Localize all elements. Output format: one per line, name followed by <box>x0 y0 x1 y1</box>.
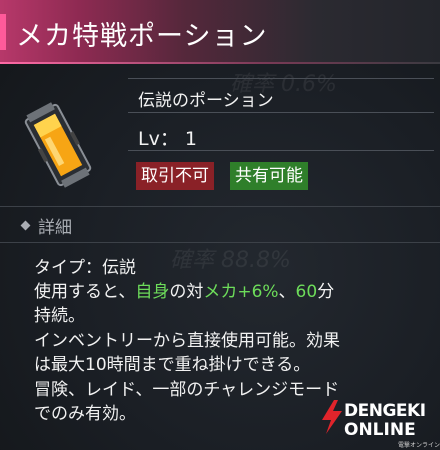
item-level: Lv： 1 <box>138 128 197 150</box>
watermark-line-1: DENGEKI <box>344 401 426 421</box>
item-title: メカ特戦ポーション <box>16 21 268 52</box>
level-label: Lv <box>138 128 160 150</box>
info-divider <box>128 78 434 79</box>
info-divider <box>128 112 434 113</box>
diamond-icon <box>20 220 31 231</box>
effect-target: 自身 <box>135 282 170 302</box>
watermark-line-2: ONLINE <box>344 420 416 440</box>
effect-type: メカ <box>203 282 238 302</box>
effect-prefix: 使用すると、 <box>34 282 136 302</box>
detail-type-line: タイプ：伝説 <box>34 258 136 278</box>
detail-line: は最大10時間まで重ね掛けできる。 <box>34 355 311 375</box>
item-detail-panel: メカ特戦ポーション 確率 0.6% 確率 88.8% 伝説のポーション Lv： … <box>0 0 440 450</box>
level-value: 1 <box>184 128 197 150</box>
tag-shareable: 共有可能 <box>230 162 308 190</box>
detail-line: でのみ有効。 <box>34 404 136 424</box>
details-header: 詳細 <box>38 218 72 238</box>
watermark-line-3: 電撃オンライン <box>398 442 440 449</box>
bg-rate-text-2: 確率 88.8% <box>170 248 291 273</box>
title-accent <box>0 14 6 50</box>
detail-line: 冒険、レイド、一部のチャレンジモード <box>34 380 340 400</box>
dengeki-logo-icon <box>322 400 342 434</box>
potion-item-icon <box>24 102 92 188</box>
effect-sep: 、 <box>278 282 296 302</box>
effect-suffix: 分 <box>317 282 335 302</box>
effect-mid: の対 <box>169 282 204 302</box>
title-bar: メカ特戦ポーション <box>0 0 440 62</box>
section-divider <box>0 206 440 207</box>
item-name: 伝説のポーション <box>138 91 274 111</box>
title-underline <box>0 62 440 64</box>
detail-effect-line: 使用すると、自身の対メカ+6%、60分 <box>34 281 334 303</box>
tag-not-tradable: 取引不可 <box>136 162 214 190</box>
detail-line: 持続。 <box>34 306 85 326</box>
section-divider <box>0 242 440 243</box>
detail-line: インベントリーから直接使用可能。効果 <box>34 331 340 351</box>
effect-amount: +6% <box>237 282 279 302</box>
info-divider <box>128 150 434 151</box>
effect-duration: 60 <box>295 282 318 302</box>
